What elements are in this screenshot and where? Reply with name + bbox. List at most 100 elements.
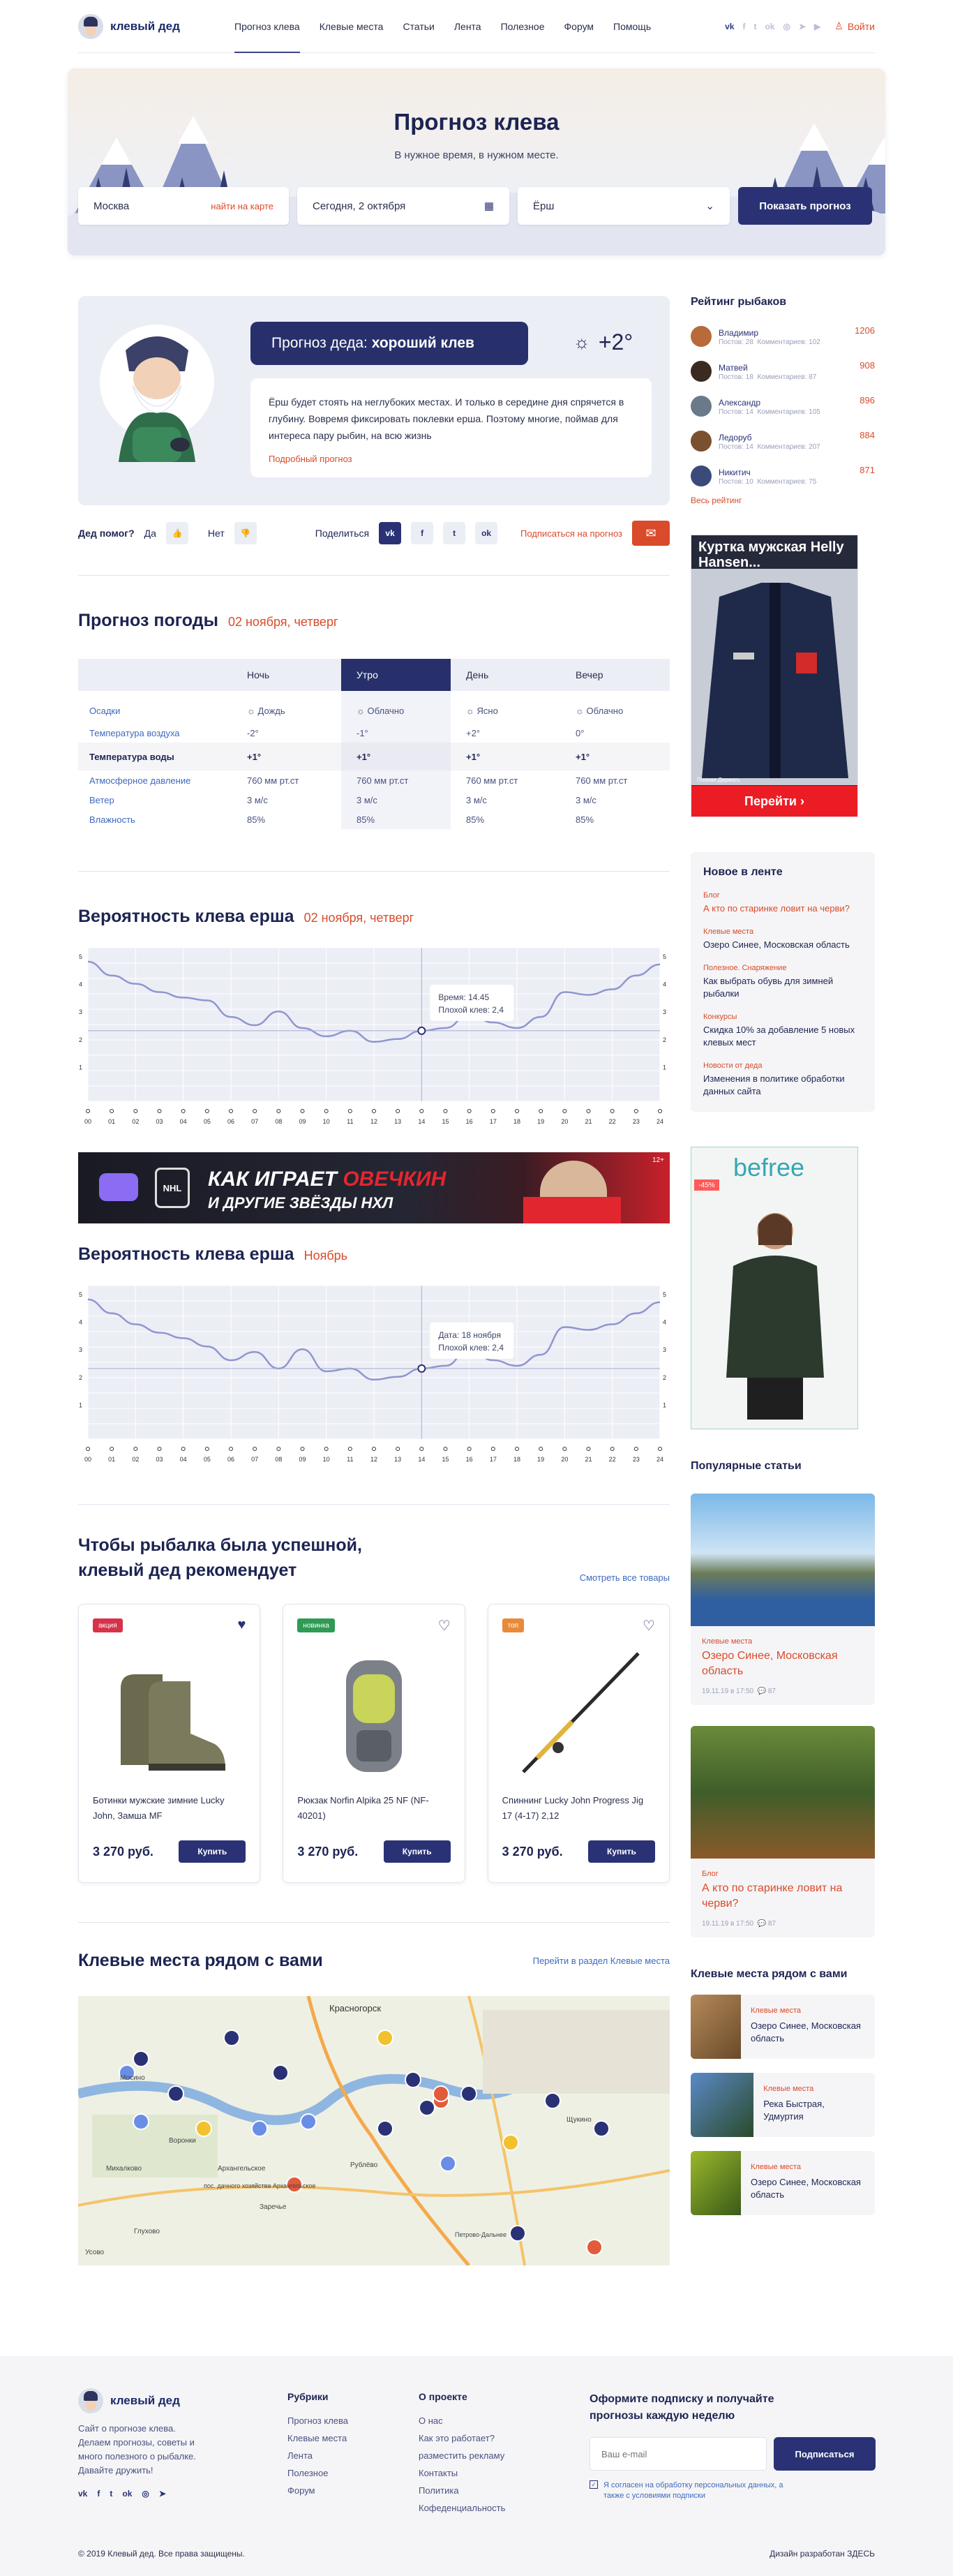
news-item[interactable]: Полезное. Снаряжение Как выбрать обувь дл… [703, 964, 862, 1000]
checkbox-icon[interactable]: ✓ [590, 2480, 598, 2489]
popular-article[interactable]: Блог А кто по старинке ловит на черви? 19.… [691, 1726, 875, 1937]
nav-places[interactable]: Клевые места [310, 0, 393, 53]
footer-link[interactable]: Прогноз клева [287, 2412, 348, 2429]
product-card[interactable]: акция ♥ Ботинки мужские зимние Lucky Joh… [78, 1604, 261, 1883]
login-link[interactable]: ♙ Войти [834, 20, 875, 32]
place-item[interactable]: Клевые места Озеро Синее, Московская обла… [691, 2151, 875, 2215]
fish-select[interactable]: Ёрш ⌄ [518, 187, 730, 225]
youtube-icon[interactable]: ▶ [814, 22, 820, 31]
col-evening[interactable]: Вечер [560, 659, 670, 691]
ad-line1: КАК ИГРАЕТ [208, 1168, 337, 1191]
footer-link[interactable]: Политика [419, 2482, 505, 2499]
nav-forecast[interactable]: Прогноз клева [225, 0, 310, 53]
vk-share-icon[interactable]: vk [379, 522, 402, 544]
bite-chart-month[interactable]: 1 12 23 34 45 500 01 02 03 04 05 06 07 08 09 10 11 12 13 14… [78, 1279, 670, 1467]
places-map[interactable]: Красногорск Воронки Михалково Архангельс… [77, 1995, 671, 2267]
vk-icon[interactable]: vk [78, 2489, 87, 2499]
instagram-icon[interactable]: ◎ [783, 22, 790, 31]
buy-button[interactable]: Купить [587, 1840, 655, 1863]
fisher-item[interactable]: Ледоруб Постов: 14 Комментариев: 207 884 [691, 426, 875, 456]
buy-button[interactable]: Купить [179, 1840, 246, 1863]
agree-checkbox[interactable]: ✓ Я согласен на обработку персональных д… [590, 2480, 799, 2501]
fisher-item[interactable]: Матвей Постов: 18 Комментариев: 87 908 [691, 356, 875, 387]
detailed-forecast-link[interactable]: Подробный прогноз [269, 451, 633, 468]
row-label: Атмосферное давление [89, 775, 191, 786]
news-item[interactable]: Клевые места Озеро Синее, Московская обла… [703, 928, 862, 951]
odnoklassniki-icon[interactable]: ok [122, 2489, 132, 2499]
footer-link[interactable]: Как это работает? [419, 2429, 505, 2447]
bite-chart-day[interactable]: 1 12 23 34 45 500 01 02 03 04 05 06 07 08 09 10 11 12 13 14… [78, 941, 670, 1129]
subscribe-button[interactable]: Подписаться [774, 2437, 876, 2471]
footer-link[interactable]: Полезное [287, 2464, 348, 2482]
fisher-item[interactable]: Никитич Постов: 10 Комментариев: 75 871 [691, 461, 875, 491]
nav-help[interactable]: Помощь [603, 0, 661, 53]
col-day[interactable]: День [451, 659, 560, 691]
fisher-item[interactable]: Владимир Постов: 28 Комментариев: 102 1206 [691, 321, 875, 352]
product-card[interactable]: новинка ♡ Рюкзак Norfin Alpika 25 NF (NF… [283, 1604, 465, 1883]
x-tick-label: 13 [394, 1456, 401, 1463]
place-title: Озеро Синее, Московская область [750, 2020, 861, 2043]
heart-icon[interactable]: ♡ [438, 1617, 451, 1635]
twitter-icon[interactable]: t [110, 2489, 112, 2499]
all-rating-link[interactable]: Весь рейтинг [691, 496, 875, 505]
telegram-icon[interactable]: ➤ [159, 2489, 166, 2499]
nhl-ad-banner[interactable]: NHL КАК ИГРАЕТ ОВЕЧКИН И ДРУГИЕ ЗВЁЗДЫ Н… [78, 1152, 670, 1223]
footer-link[interactable]: О нас [419, 2412, 505, 2429]
nav-useful[interactable]: Полезное [491, 0, 555, 53]
map-label: Красногорск [329, 2003, 381, 2013]
facebook-icon[interactable]: f [97, 2489, 100, 2499]
jacket-ad-button[interactable]: Перейти › [691, 786, 857, 817]
popular-article[interactable]: Клевые места Озеро Синее, Московская обла… [691, 1494, 875, 1705]
facebook-share-icon[interactable]: f [411, 522, 434, 544]
places-link[interactable]: Перейти в раздел Клевые места [533, 1956, 670, 1966]
logo[interactable]: клевый дед [78, 13, 225, 39]
calendar-icon[interactable]: ▦ [484, 200, 494, 212]
footer-link[interactable]: Форум [287, 2482, 348, 2499]
befree-ad[interactable]: befree -45% [691, 1147, 858, 1429]
telegram-icon[interactable]: ➤ [799, 22, 806, 31]
twitter-share-icon[interactable]: t [443, 522, 466, 544]
footer-link[interactable]: Клевые места [287, 2429, 348, 2447]
instagram-icon[interactable]: ◎ [142, 2489, 149, 2499]
thumbs-up-icon[interactable]: 👍 [165, 522, 188, 544]
news-item[interactable]: Конкурсы Скидка 10% за добавление 5 новых… [703, 1013, 862, 1049]
news-item[interactable]: Блог А кто по старинке ловит на черви? [703, 891, 862, 915]
nav-articles[interactable]: Статьи [393, 0, 444, 53]
place-item[interactable]: Клевые места Река Быстрая, Удмуртия [691, 2073, 875, 2137]
design-credit[interactable]: Дизайн разработан ЗДЕСЬ [770, 2549, 875, 2559]
weather-cell: ☼ Ясно [466, 705, 498, 716]
heart-icon[interactable]: ♥ [237, 1617, 246, 1633]
subscribe-forecast-link[interactable]: Подписаться на прогноз [520, 528, 622, 539]
footer-link[interactable]: Кофеденциальность [419, 2499, 505, 2517]
news-item[interactable]: Новости от деда Изменения в политике обра… [703, 1062, 862, 1098]
odnoklassniki-icon[interactable]: ok [765, 22, 774, 31]
col-night[interactable]: Ночь [232, 659, 341, 691]
footer-link[interactable]: Контакты [419, 2464, 505, 2482]
date-field[interactable]: Сегодня, 2 октября ▦ [297, 187, 509, 225]
find-on-map-link[interactable]: найти на карте [211, 201, 273, 211]
mail-icon[interactable]: ✉ [632, 521, 670, 546]
email-field[interactable] [590, 2437, 767, 2471]
place-item[interactable]: Клевые места Озеро Синее, Московская обла… [691, 1995, 875, 2059]
footer-link[interactable]: разместить рекламу [419, 2447, 505, 2464]
facebook-icon[interactable]: f [742, 22, 745, 31]
nav-feed[interactable]: Лента [444, 0, 491, 53]
twitter-icon[interactable]: t [753, 22, 756, 31]
buy-button[interactable]: Купить [383, 1840, 451, 1863]
col-morning[interactable]: Утро [341, 659, 451, 691]
vk-icon[interactable]: vk [725, 22, 734, 31]
footer-logo[interactable]: клевый дед [78, 2388, 225, 2413]
ok-share-icon[interactable]: ok [475, 522, 498, 544]
show-forecast-button[interactable]: Показать прогноз [738, 187, 872, 225]
forecast-text: Ёрш будет стоять на неглубоких местах. И… [269, 396, 624, 441]
jacket-ad[interactable]: Куртка мужская Helly Hansen... Полная Де… [691, 535, 858, 817]
footer-link[interactable]: Лента [287, 2447, 348, 2464]
fisher-item[interactable]: Александр Постов: 14 Комментариев: 105 896 [691, 391, 875, 422]
heart-icon[interactable]: ♡ [643, 1617, 655, 1635]
all-products-link[interactable]: Смотреть все товары [580, 1572, 670, 1583]
city-field[interactable]: Москва найти на карте [78, 187, 289, 225]
x-tick-dot [419, 1447, 424, 1451]
thumbs-down-icon[interactable]: 👎 [234, 522, 257, 544]
nav-forum[interactable]: Форум [555, 0, 604, 53]
product-card[interactable]: топ ♡ Спиннинг Lucky John Progress Jig 1… [487, 1604, 670, 1883]
